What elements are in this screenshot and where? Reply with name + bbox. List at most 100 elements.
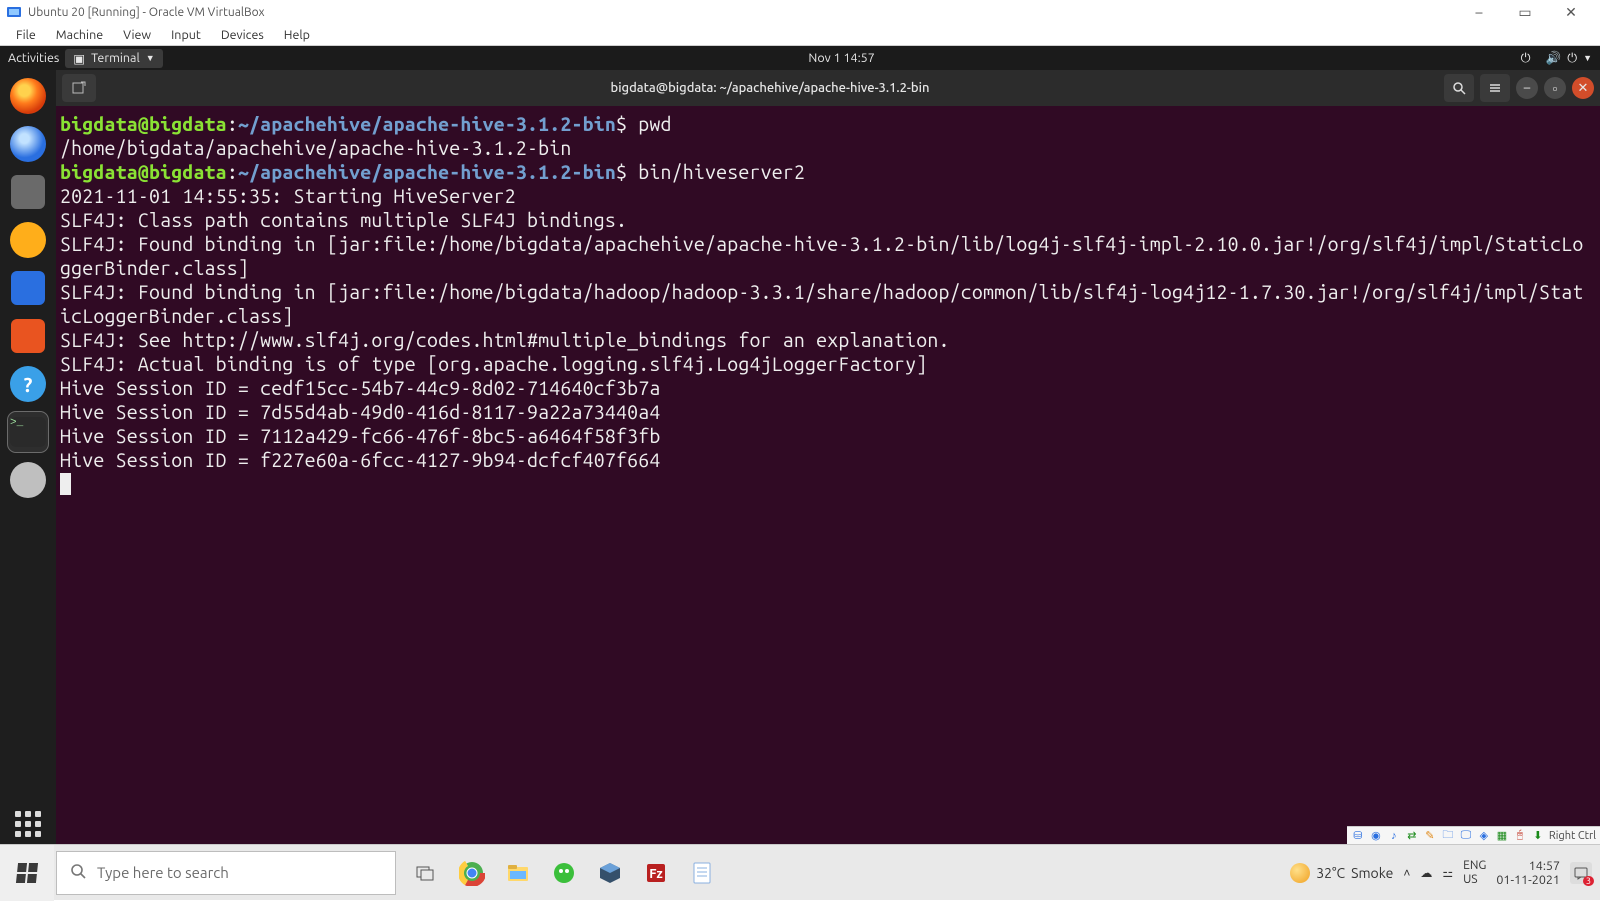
menu-machine[interactable]: Machine [46,26,113,44]
clock-label[interactable]: Nov 1 14:57 [163,51,1521,65]
volume-icon[interactable]: 🔊 [1546,51,1562,66]
menu-file[interactable]: File [6,26,46,44]
virtualbox-title-text: Ubuntu 20 [Running] - Oracle VM VirtualB… [28,6,265,19]
dock-show-apps[interactable] [8,804,48,844]
host-key-label: Right Ctrl [1549,830,1596,842]
status-record-icon[interactable]: ◈ [1477,829,1491,843]
output-line: Hive Session ID = cedf15cc-54b7-44c9-8d0… [60,377,660,399]
prompt-path-2: ~/apachehive/apache-hive-3.1.2-bin [238,161,616,183]
window-minimize-button[interactable]: – [1516,77,1538,99]
status-optical-icon[interactable]: ◉ [1369,829,1383,843]
tray-wifi-icon[interactable]: ⚍ [1442,866,1453,880]
power-icon[interactable]: ⏻ [1567,51,1577,66]
vbox-close-button[interactable]: ✕ [1548,0,1594,24]
dock-terminal[interactable]: >_ [8,412,48,452]
output-pwd: /home/bigdata/apachehive/apache-hive-3.1… [60,137,572,159]
terminal-icon: ▣ [73,51,85,66]
vbox-minimize-button[interactable]: – [1456,0,1502,24]
windows-logo-icon [16,863,38,883]
terminal-title: bigdata@bigdata: ~/apachehive/apache-hiv… [96,81,1444,95]
dock-software[interactable] [8,316,48,356]
output-line: Hive Session ID = f227e60a-6fcc-4127-9b9… [60,449,660,471]
app-menu-label: Terminal [91,51,140,65]
search-box[interactable]: Type here to search [56,851,396,895]
prompt-path: ~/apachehive/apache-hive-3.1.2-bin [238,113,616,135]
taskbar-chrome[interactable] [456,857,488,889]
taskbar-notepad[interactable] [686,857,718,889]
new-tab-button[interactable] [62,74,96,102]
status-mouse-icon[interactable]: 🖰 [1513,829,1527,843]
output-line: 2021-11-01 14:55:35: Starting HiveServer… [60,185,516,207]
task-view-button[interactable] [410,857,442,889]
output-line: SLF4J: Found binding in [jar:file:/home/… [60,281,1583,327]
terminal-window: bigdata@bigdata: ~/apachehive/apache-hiv… [56,70,1600,844]
vbox-maximize-button[interactable]: ▭ [1502,0,1548,24]
status-cpu-icon[interactable]: ▦ [1495,829,1509,843]
chevron-down-icon: ▼ [146,53,155,63]
status-audio-icon[interactable]: ♪ [1387,829,1401,843]
apps-grid-icon [15,811,41,837]
app-menu[interactable]: ▣ Terminal ▼ [65,49,162,68]
output-line: Hive Session ID = 7112a429-fc66-476f-8bc… [60,425,660,447]
menu-view[interactable]: View [113,26,161,44]
output-line: SLF4J: See http://www.slf4j.org/codes.ht… [60,329,950,351]
prompt-user-2: bigdata@bigdata [60,161,227,183]
status-usb-icon[interactable]: ✎ [1423,829,1437,843]
dock-help[interactable]: ? [8,364,48,404]
output-line: SLF4J: Class path contains multiple SLF4… [60,209,627,231]
dock-firefox[interactable] [8,76,48,116]
window-close-button[interactable]: ✕ [1572,77,1594,99]
virtualbox-title-bar: Ubuntu 20 [Running] - Oracle VM VirtualB… [0,0,1600,24]
status-chevron-icon[interactable]: ▼ [1583,53,1592,63]
command-2: bin/hiveserver2 [638,161,805,183]
dock-writer[interactable] [8,268,48,308]
tray-clock[interactable]: 14:57 01-11-2021 [1496,859,1560,887]
weather-cond: Smoke [1351,865,1393,881]
dock-thunderbird[interactable] [8,124,48,164]
window-maximize-button[interactable]: ▫ [1544,77,1566,99]
tray-notifications[interactable]: 3 [1570,862,1592,884]
status-keyboard-icon[interactable]: ⬇ [1531,829,1545,843]
dock-cdrom[interactable] [8,460,48,500]
command-1: pwd [638,113,671,135]
dock-files[interactable] [8,172,48,212]
virtualbox-status-bar: ⛁ ◉ ♪ ⇄ ✎ 🗀 🖵 ◈ ▦ 🖰 ⬇ Right Ctrl [1347,826,1600,844]
menu-help[interactable]: Help [274,26,320,44]
status-hdd-icon[interactable]: ⛁ [1351,829,1365,843]
network-icon[interactable]: ⏻⠀ [1521,50,1540,66]
terminal-body[interactable]: bigdata@bigdata:~/apachehive/apache-hive… [56,106,1600,844]
weather-temp: 32°C [1316,865,1345,881]
search-button[interactable] [1444,74,1474,102]
ubuntu-top-bar: Activities ▣ Terminal ▼ Nov 1 14:57 ⏻⠀ 🔊… [0,46,1600,70]
weather-widget[interactable]: 32°C Smoke [1290,863,1393,883]
terminal-header: bigdata@bigdata: ~/apachehive/apache-hiv… [56,70,1600,106]
weather-icon [1290,863,1310,883]
output-line: Hive Session ID = 7d55d4ab-49d0-416d-811… [60,401,660,423]
prompt-user: bigdata@bigdata [60,113,227,135]
taskbar-app-green[interactable] [548,857,580,889]
taskbar-filezilla[interactable]: Fz [640,857,672,889]
output-line: SLF4J: Actual binding is of type [org.ap… [60,353,927,375]
hamburger-menu-button[interactable] [1480,74,1510,102]
activities-button[interactable]: Activities [8,51,59,65]
dock-rhythmbox[interactable] [8,220,48,260]
tray-chevron-icon[interactable]: ˄ [1403,866,1410,880]
menu-input[interactable]: Input [161,26,211,44]
virtualbox-menu-bar: File Machine View Input Devices Help [0,24,1600,46]
tray-language[interactable]: ENG US [1463,859,1486,887]
guest-area: ? >_ bigdata@bigdata: ~/apachehive/apach… [0,70,1600,844]
status-display-icon[interactable]: 🖵 [1459,829,1473,843]
menu-devices[interactable]: Devices [211,26,274,44]
search-icon [69,862,87,883]
start-button[interactable] [0,845,54,901]
status-shared-icon[interactable]: 🗀 [1441,829,1455,843]
taskbar-explorer[interactable] [502,857,534,889]
windows-taskbar: Type here to search Fz 32°C Smoke ˄ [0,844,1600,900]
svg-text:Fz: Fz [649,867,662,881]
search-placeholder-text: Type here to search [97,864,229,881]
taskbar-virtualbox[interactable] [594,857,626,889]
taskbar-apps: Fz [410,857,718,889]
status-net-icon[interactable]: ⇄ [1405,829,1419,843]
virtualbox-icon [6,4,22,20]
tray-onedrive-icon[interactable]: ☁ [1420,866,1432,880]
